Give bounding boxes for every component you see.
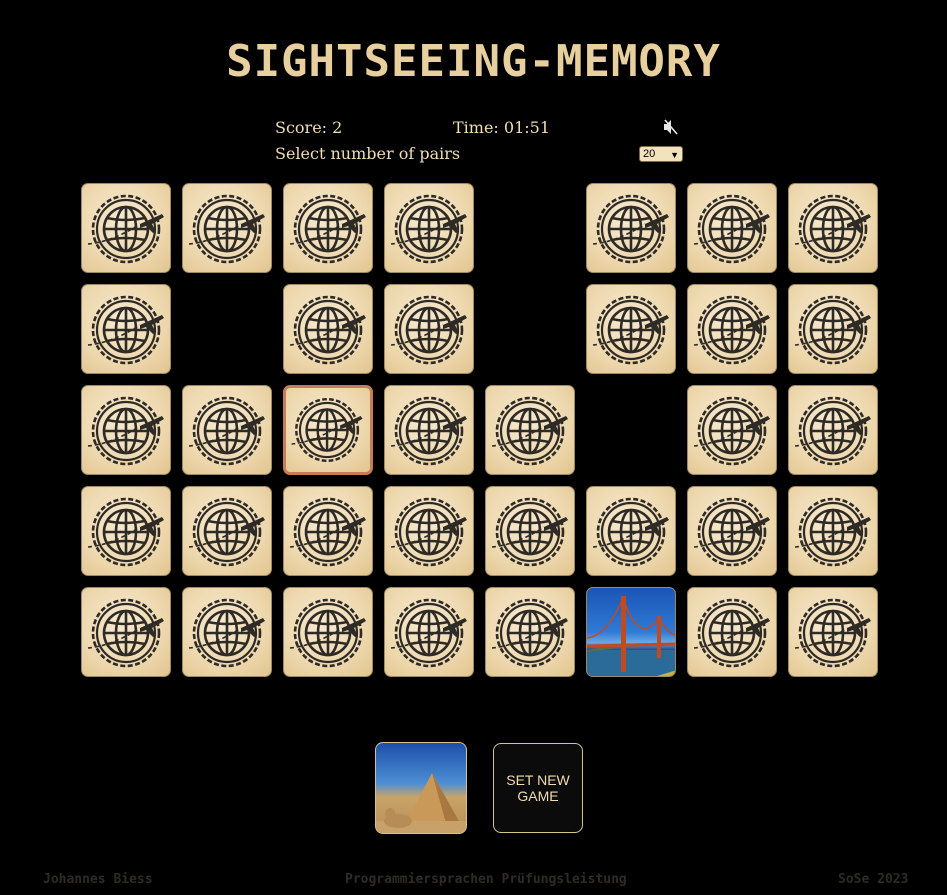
globe-plane-icon (592, 295, 669, 365)
speaker-muted-icon[interactable] (662, 118, 680, 136)
memory-card[interactable] (687, 587, 777, 677)
footer-author: Johannes Biess (43, 872, 153, 887)
last-match-image (375, 742, 467, 834)
page-title: SIGHTSEEING-MEMORY (226, 36, 721, 87)
globe-plane-icon (87, 194, 164, 264)
memory-card[interactable] (182, 486, 272, 576)
memory-card[interactable] (687, 486, 777, 576)
globe-plane-icon (693, 194, 770, 264)
globe-plane-icon (188, 396, 265, 466)
globe-plane-icon (390, 295, 467, 365)
memory-card[interactable] (81, 587, 171, 677)
globe-plane-icon (188, 497, 265, 567)
pairs-select[interactable]: 20 ▼ (639, 146, 683, 162)
new-game-label: SET NEW GAME (506, 772, 570, 804)
globe-plane-icon (87, 295, 164, 365)
timer-text: Time: 01:51 (453, 118, 551, 137)
memory-card[interactable] (586, 486, 676, 576)
score-text: Score: 2 (275, 118, 343, 137)
memory-card[interactable] (182, 385, 272, 475)
memory-card[interactable] (384, 385, 474, 475)
memory-card[interactable] (788, 587, 878, 677)
globe-plane-icon (693, 396, 770, 466)
memory-card[interactable] (384, 587, 474, 677)
memory-card[interactable] (81, 284, 171, 374)
globe-plane-icon (87, 396, 164, 466)
memory-card[interactable] (687, 385, 777, 475)
memory-card[interactable] (283, 284, 373, 374)
chevron-down-icon: ▼ (670, 150, 679, 160)
memory-card[interactable] (687, 183, 777, 273)
globe-plane-icon (289, 194, 366, 264)
memory-card[interactable] (81, 385, 171, 475)
memory-card[interactable] (81, 183, 171, 273)
memory-card[interactable] (485, 486, 575, 576)
globe-plane-icon (491, 396, 568, 466)
card-revealed-golden-gate[interactable] (586, 587, 676, 677)
globe-plane-icon (291, 397, 363, 463)
memory-card[interactable] (788, 486, 878, 576)
memory-card[interactable] (485, 587, 575, 677)
memory-card[interactable] (788, 385, 878, 475)
pairs-label: Select number of pairs (275, 144, 461, 163)
globe-plane-icon (491, 497, 568, 567)
globe-plane-icon (390, 497, 467, 567)
globe-plane-icon (794, 295, 871, 365)
globe-plane-icon (188, 194, 265, 264)
globe-plane-icon (390, 194, 467, 264)
footer-term: SoSe 2023 (838, 872, 909, 887)
memory-card[interactable] (283, 183, 373, 273)
memory-card[interactable] (81, 486, 171, 576)
memory-card[interactable] (283, 486, 373, 576)
memory-card[interactable] (182, 183, 272, 273)
globe-plane-icon (390, 396, 467, 466)
memory-card[interactable] (586, 284, 676, 374)
globe-plane-icon (794, 598, 871, 668)
globe-plane-icon (794, 396, 871, 466)
globe-plane-icon (592, 194, 669, 264)
memory-card[interactable] (384, 284, 474, 374)
memory-card[interactable] (182, 587, 272, 677)
new-game-button[interactable]: SET NEW GAME (493, 743, 583, 833)
globe-plane-icon (87, 598, 164, 668)
globe-plane-icon (87, 497, 164, 567)
globe-plane-icon (592, 497, 669, 567)
memory-card[interactable] (788, 183, 878, 273)
globe-plane-icon (693, 598, 770, 668)
pairs-select-value: 20 (643, 148, 656, 160)
globe-plane-icon (794, 497, 871, 567)
globe-plane-icon (289, 598, 366, 668)
memory-card[interactable] (485, 385, 575, 475)
globe-plane-icon (794, 194, 871, 264)
globe-plane-icon (289, 497, 366, 567)
globe-plane-icon (693, 295, 770, 365)
globe-plane-icon (289, 295, 366, 365)
globe-plane-icon (188, 598, 265, 668)
globe-plane-icon (693, 497, 770, 567)
memory-card[interactable] (586, 183, 676, 273)
memory-card[interactable] (788, 284, 878, 374)
memory-card-selected[interactable] (283, 385, 373, 475)
globe-plane-icon (491, 598, 568, 668)
memory-card[interactable] (687, 284, 777, 374)
globe-plane-icon (390, 598, 467, 668)
memory-card[interactable] (384, 183, 474, 273)
memory-card[interactable] (283, 587, 373, 677)
memory-card[interactable] (384, 486, 474, 576)
footer-course: Programmiersprachen Prüfungsleistung (345, 872, 627, 887)
